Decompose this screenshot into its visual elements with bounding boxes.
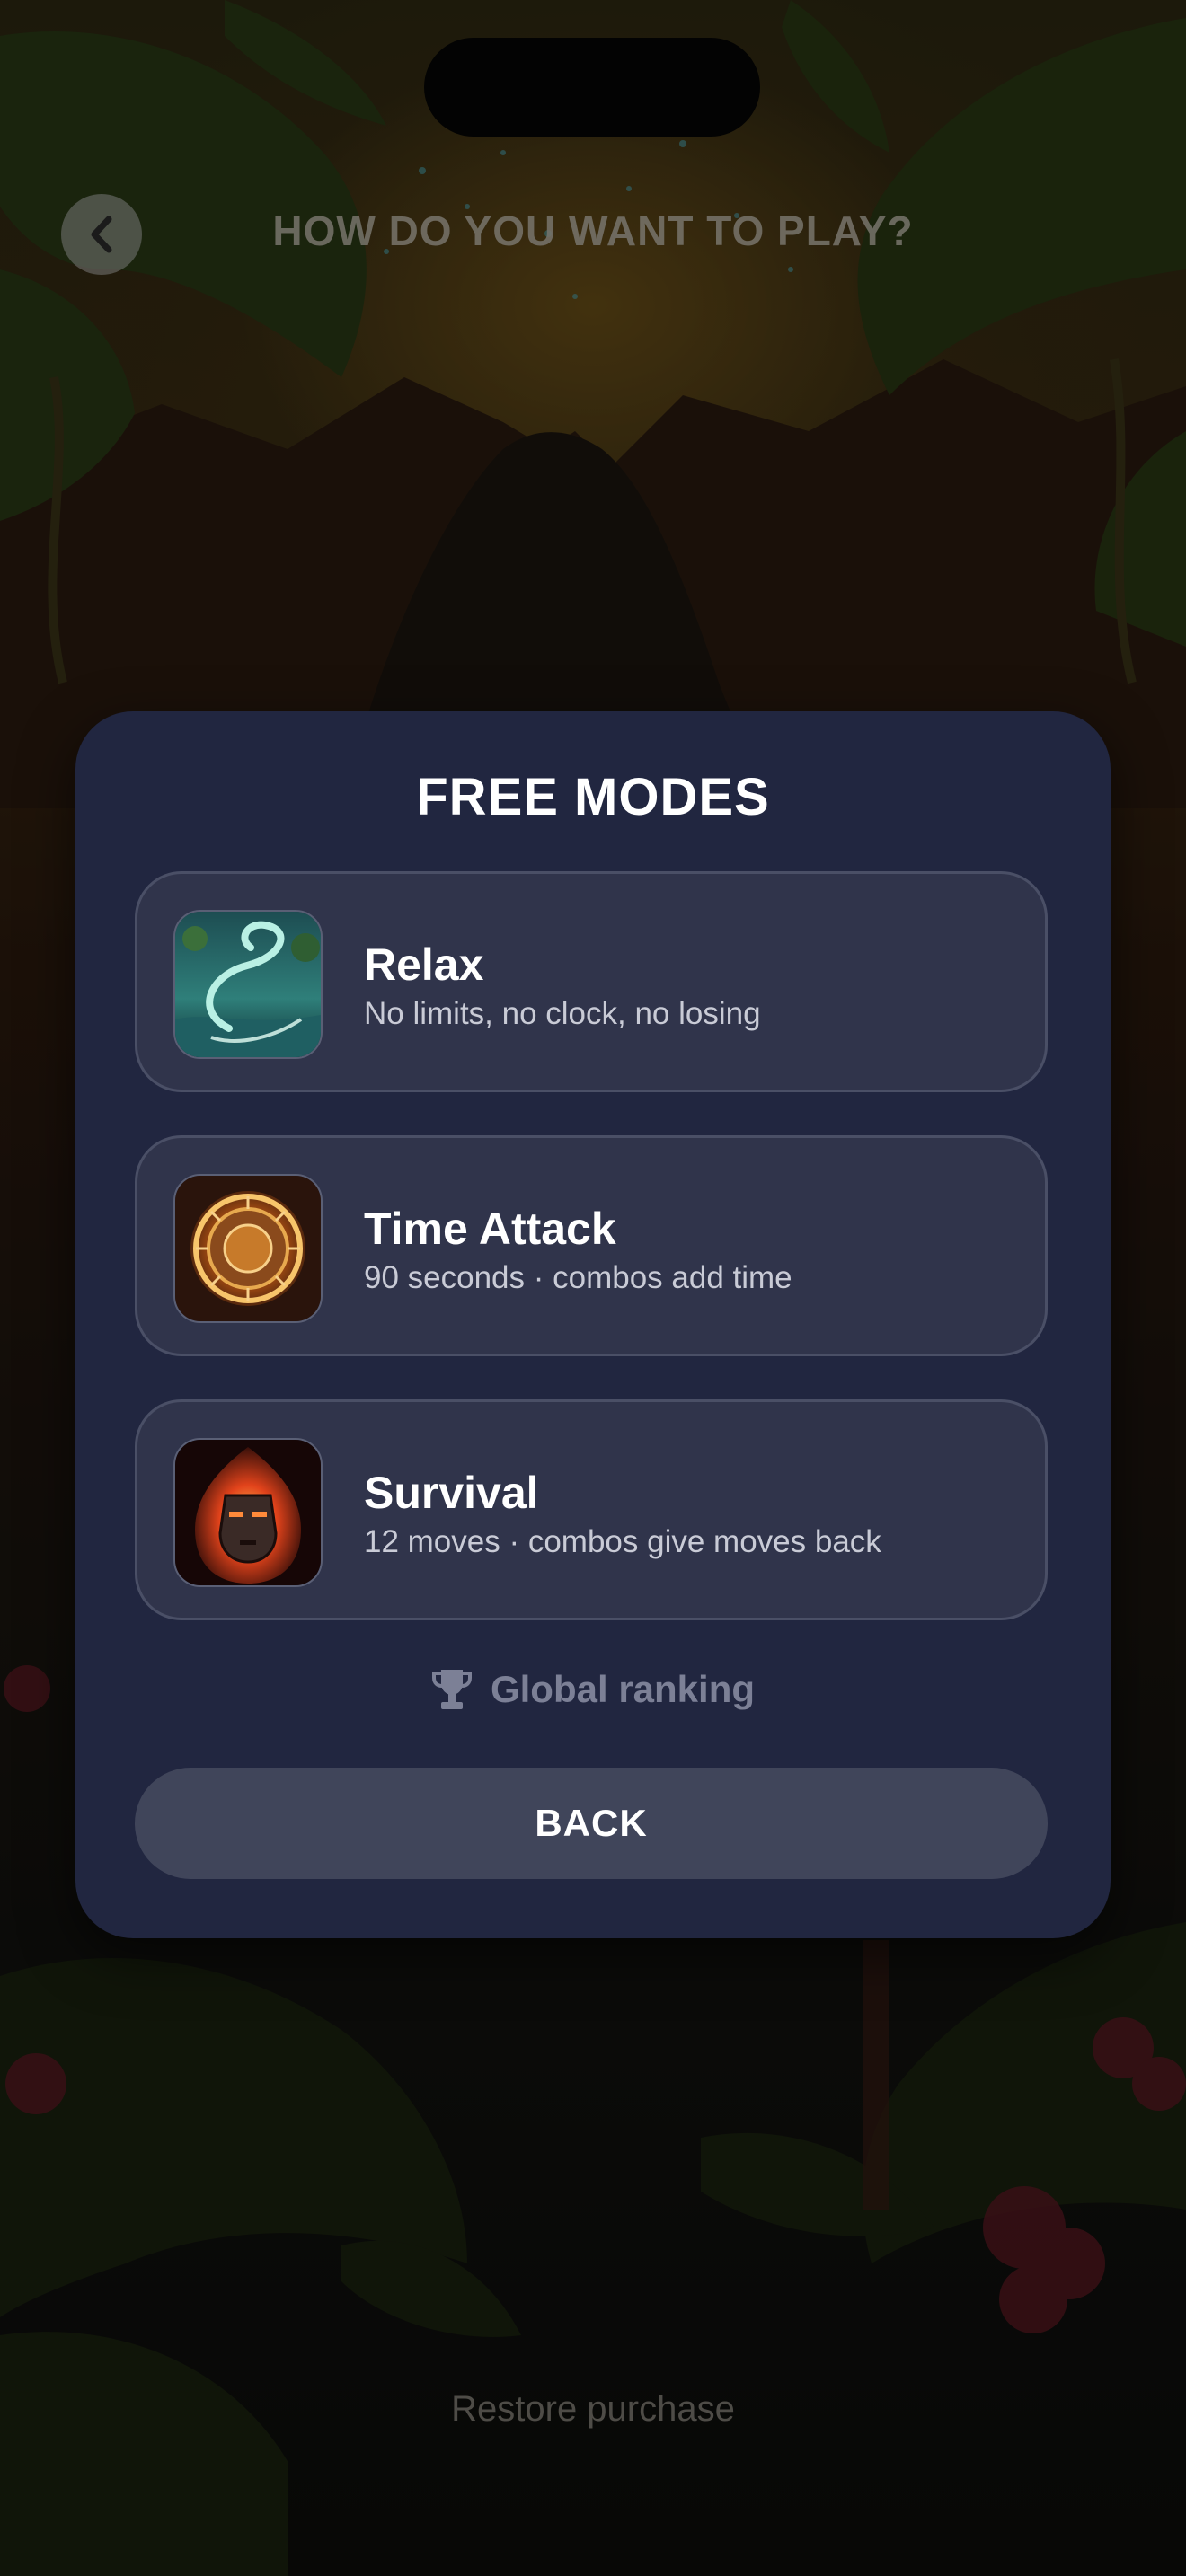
global-ranking-label: Global ranking [490, 1668, 756, 1710]
mode-card-relax[interactable]: Relax No limits, no clock, no losing [135, 871, 1048, 1092]
mode-description: 90 seconds · combos add time [364, 1260, 792, 1295]
mode-card-time-attack[interactable]: Time Attack 90 seconds · combos add time [135, 1135, 1048, 1356]
dynamic-island [424, 38, 760, 137]
screen-title: HOW DO YOU WANT TO PLAY? [272, 207, 914, 254]
aztec-sun-disc-image [173, 1174, 323, 1323]
global-ranking-link[interactable]: Global ranking [75, 1667, 1111, 1712]
mode-description: 12 moves · combos give moves back [364, 1524, 881, 1559]
swirling-water-image [173, 910, 323, 1059]
mode-name: Time Attack [364, 1204, 616, 1254]
modal-title: FREE MODES [416, 768, 770, 826]
free-modes-modal: FREE MODES Relax No limits, no clock, no… [75, 711, 1111, 1938]
mode-card-survival[interactable]: Survival 12 moves · combos give moves ba… [135, 1399, 1048, 1620]
mode-name: Survival [364, 1468, 539, 1518]
back-button[interactable]: BACK [135, 1768, 1048, 1879]
mode-description: No limits, no clock, no losing [364, 996, 761, 1031]
fiery-mask-image [173, 1438, 323, 1587]
mode-name: Relax [364, 940, 484, 990]
restore-purchase-link[interactable]: Restore purchase [0, 2389, 1186, 2430]
trophy-icon [431, 1670, 472, 1709]
